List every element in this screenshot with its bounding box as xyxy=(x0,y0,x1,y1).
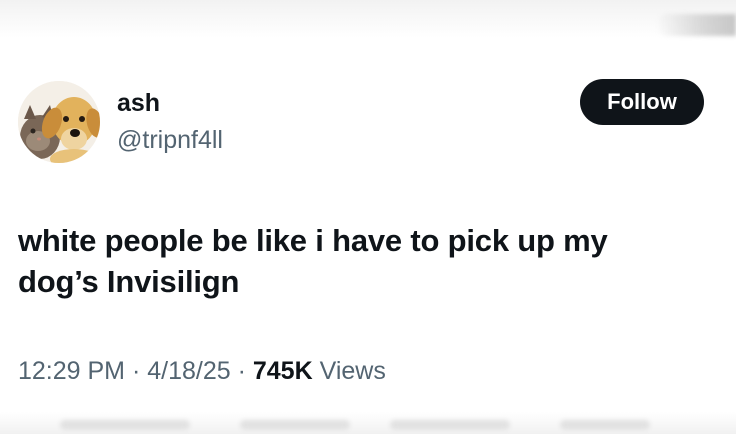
avatar[interactable] xyxy=(18,81,100,163)
tweet-date[interactable]: 4/18/25 xyxy=(147,357,230,385)
tweet-text: white people be like i have to pick up m… xyxy=(18,220,718,302)
follow-button[interactable]: Follow xyxy=(580,79,704,125)
bottom-edge-shadow xyxy=(390,420,510,430)
bottom-edge-shadow xyxy=(560,420,650,430)
tweet-text-line-2: dog’s Invisilign xyxy=(18,264,240,299)
dog-cat-avatar-icon xyxy=(18,81,100,163)
top-edge-shadow xyxy=(656,14,736,36)
tweet-time[interactable]: 12:29 PM xyxy=(18,357,125,385)
bottom-edge-shadow xyxy=(60,420,190,430)
tweet-meta: 12:29 PM · 4/18/25 · 745K Views xyxy=(18,355,386,387)
display-name[interactable]: ash xyxy=(117,88,160,118)
views-label: Views xyxy=(319,357,386,385)
user-handle[interactable]: @tripnf4ll xyxy=(117,125,223,155)
bottom-edge-shadow xyxy=(240,420,350,430)
top-edge-fade xyxy=(0,0,736,38)
meta-separator: · xyxy=(125,357,148,385)
tweet-text-line-1: white people be like i have to pick up m… xyxy=(18,223,608,258)
meta-separator: · xyxy=(230,357,253,385)
views-count: 745K xyxy=(252,357,313,385)
